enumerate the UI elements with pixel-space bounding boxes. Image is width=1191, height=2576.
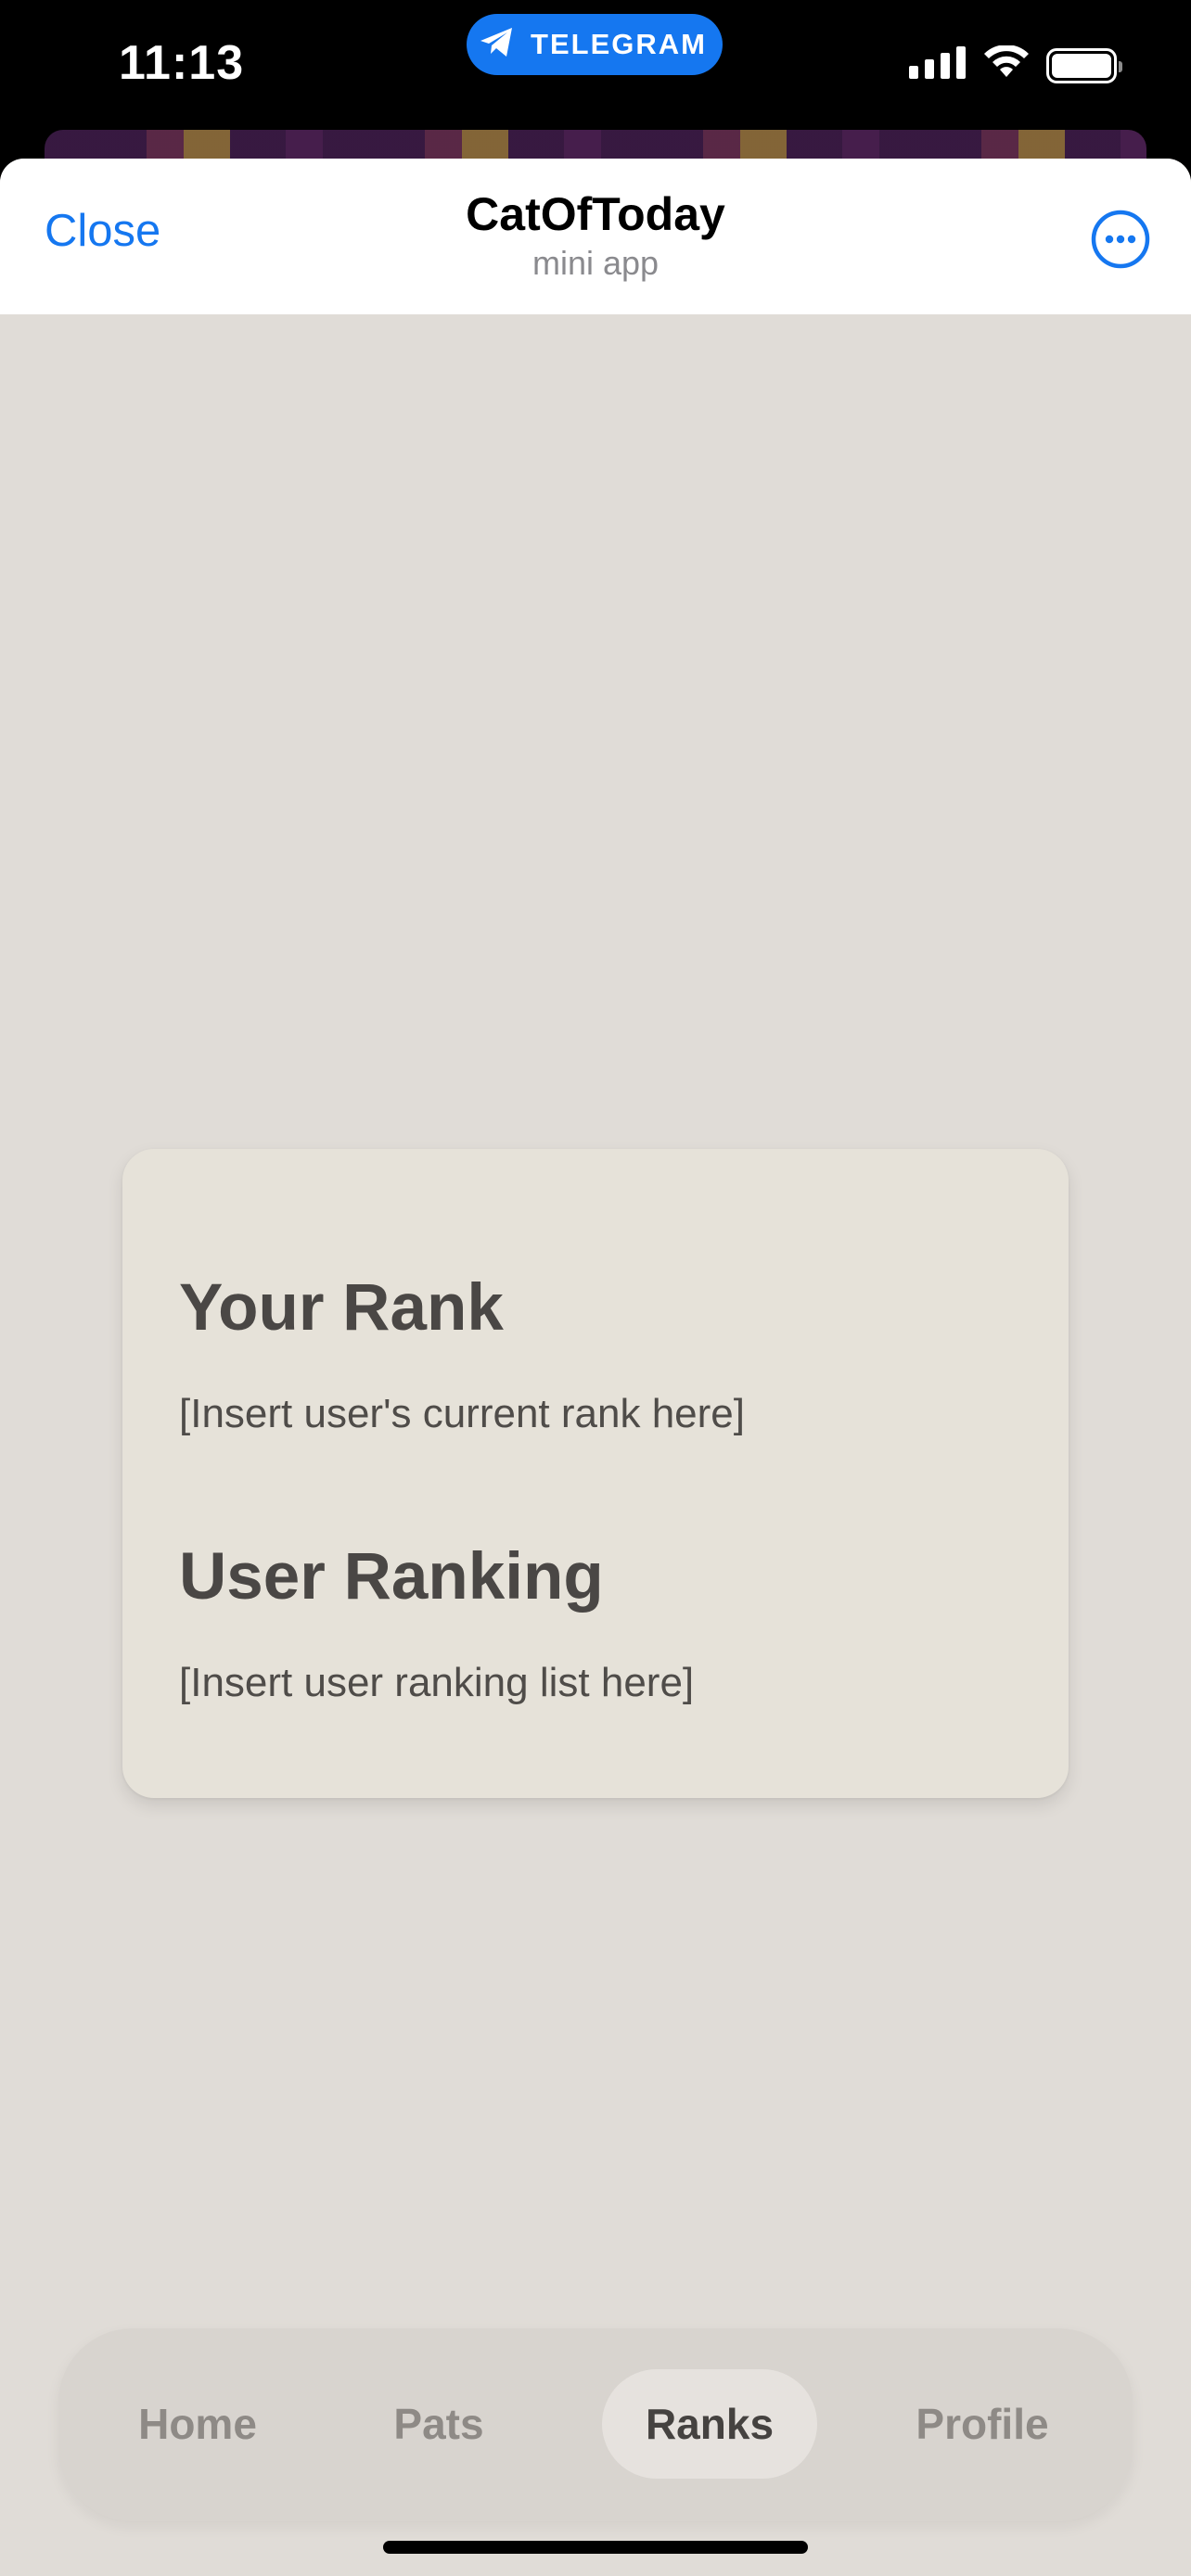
rank-card: Your Rank [Insert user's current rank he… — [122, 1149, 1069, 1798]
user-ranking-list: [Insert user ranking list here] — [179, 1660, 695, 1705]
status-time: 11:13 — [119, 36, 245, 90]
nav-item-ranks[interactable]: Ranks — [602, 2369, 817, 2479]
battery-level — [1052, 54, 1111, 78]
sheet-header: Close CatOfToday mini app — [0, 159, 1191, 314]
your-rank-value: [Insert user's current rank here] — [179, 1391, 745, 1436]
mini-app-sheet: Close CatOfToday mini app Your Rank [Ins… — [0, 159, 1191, 2576]
sheet-title-group: CatOfToday mini app — [317, 186, 874, 285]
telegram-pill[interactable]: TELEGRAM — [467, 14, 723, 75]
wifi-icon — [981, 44, 1031, 87]
bottom-nav: Home Pats Ranks Profile — [58, 2328, 1133, 2521]
more-horizontal-circle-icon — [1090, 210, 1151, 274]
nav-item-home[interactable]: Home — [114, 2369, 281, 2479]
status-bar: 11:13 TELEGRAM — [0, 0, 1191, 130]
cellular-signal-icon — [909, 45, 967, 87]
telegram-plane-icon — [479, 26, 516, 64]
app-subtitle: mini app — [531, 244, 660, 282]
status-icons — [909, 44, 1122, 87]
close-button[interactable]: Close — [45, 205, 160, 257]
app-title: CatOfToday — [466, 188, 725, 240]
home-indicator[interactable] — [383, 2541, 808, 2554]
user-ranking-heading: User Ranking — [179, 1540, 604, 1613]
your-rank-heading: Your Rank — [179, 1271, 504, 1345]
nav-item-profile[interactable]: Profile — [890, 2369, 1075, 2479]
nav-item-pats[interactable]: Pats — [369, 2369, 508, 2479]
telegram-pill-label: TELEGRAM — [531, 28, 707, 60]
battery-icon — [1046, 48, 1122, 83]
more-options-button[interactable] — [1090, 209, 1151, 270]
